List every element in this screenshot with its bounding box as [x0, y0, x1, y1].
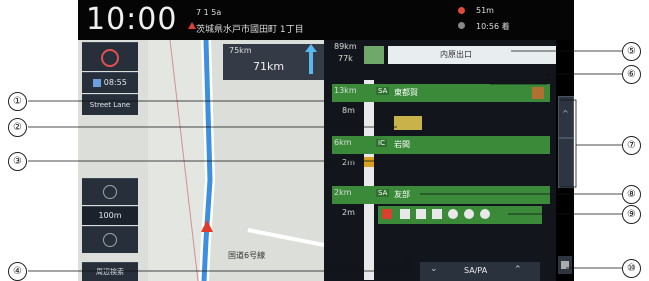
callout-10: ⑩	[622, 259, 641, 278]
callout-5: ⑤	[622, 42, 641, 61]
callout-7: ⑦	[622, 136, 641, 155]
callout-8: ⑧	[622, 185, 641, 204]
callout-1: ①	[8, 92, 27, 111]
callout-9: ⑨	[622, 205, 641, 224]
callout-6: ⑥	[622, 65, 641, 84]
callout-lines	[28, 50, 622, 272]
callout-3: ③	[8, 152, 27, 171]
callout-2: ②	[8, 118, 27, 137]
callout-4: ④	[8, 262, 27, 281]
